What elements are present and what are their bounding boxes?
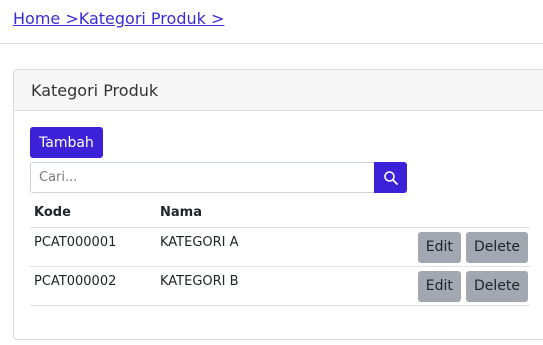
delete-button[interactable]: Delete: [466, 232, 528, 263]
add-button[interactable]: Tambah: [30, 127, 103, 158]
row-code: PCAT000001: [30, 227, 156, 267]
category-card: Kategori Produk Tambah Kode Nama PCAT000…: [13, 69, 543, 340]
table-row: PCAT000001 KATEGORI A Edit Delete: [30, 227, 530, 267]
row-actions: Edit Delete: [314, 266, 530, 306]
column-header-name: Nama: [156, 197, 315, 228]
search-icon: [383, 170, 398, 185]
row-code: PCAT000002: [30, 266, 156, 306]
card-title: Kategori Produk: [31, 80, 159, 100]
breadcrumb-bar: Home >Kategori Produk >: [0, 0, 543, 44]
column-header-actions: [314, 197, 530, 228]
search-group: [30, 162, 407, 193]
row-name: KATEGORI B: [156, 266, 315, 306]
card-header: Kategori Produk: [14, 70, 543, 111]
row-name: KATEGORI A: [156, 227, 315, 267]
edit-button[interactable]: Edit: [417, 232, 461, 263]
edit-button[interactable]: Edit: [417, 271, 461, 302]
category-table: Kode Nama PCAT000001 KATEGORI A Edit Del…: [30, 197, 530, 306]
row-actions: Edit Delete: [314, 227, 530, 267]
table-header-row: Kode Nama: [30, 197, 530, 228]
table-row: PCAT000002 KATEGORI B Edit Delete: [30, 266, 530, 306]
search-button[interactable]: [374, 162, 407, 193]
delete-button[interactable]: Delete: [466, 271, 528, 302]
breadcrumb[interactable]: Home >Kategori Produk >: [13, 9, 224, 28]
search-input[interactable]: [30, 162, 374, 193]
column-header-code: Kode: [30, 197, 156, 228]
